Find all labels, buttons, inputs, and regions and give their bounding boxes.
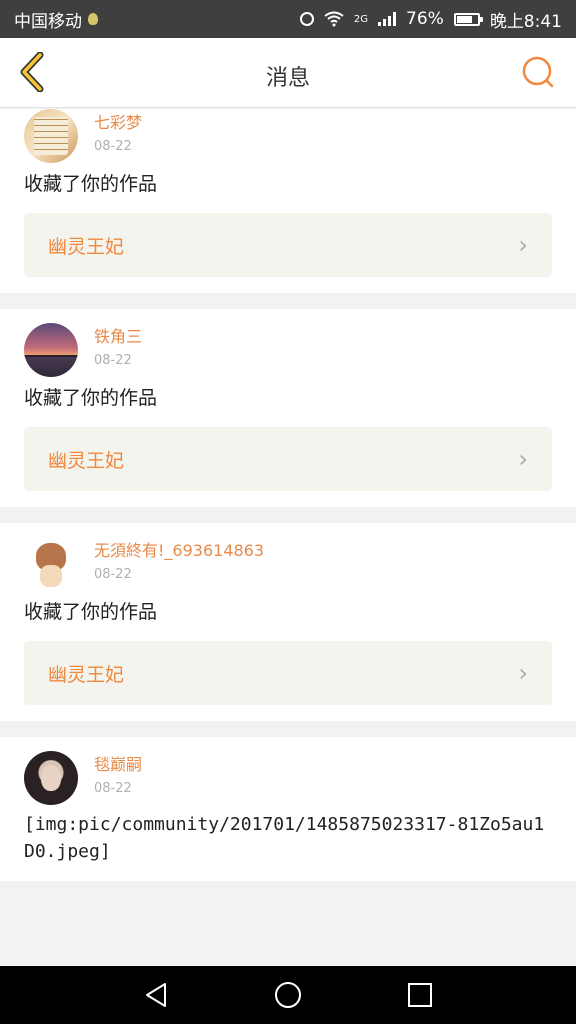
nav-home-button[interactable] — [268, 975, 308, 1015]
status-bar: 中国移动 2G 76% 晚上8:41 — [0, 0, 576, 38]
page-title: 消息 — [265, 66, 310, 91]
app-header: 消息 — [0, 38, 576, 108]
action-text: 收藏了你的作品 — [24, 173, 158, 195]
action-text: 收藏了你的作品 — [24, 601, 158, 623]
work-link[interactable]: 幽灵王妃 › — [24, 213, 552, 277]
triangle-back-icon — [146, 983, 166, 1007]
search-icon — [522, 56, 554, 88]
signal-icon — [378, 12, 397, 26]
work-link[interactable]: 幽灵王妃 › — [24, 641, 552, 705]
work-title: 幽灵王妃 — [48, 235, 125, 258]
action-text: 收藏了你的作品 — [24, 387, 158, 409]
system-nav-bar — [0, 966, 576, 1024]
chevron-right-icon: › — [518, 659, 528, 687]
notification-icon — [88, 13, 98, 25]
carrier-label: 中国移动 — [14, 11, 82, 32]
work-title: 幽灵王妃 — [48, 663, 125, 686]
username[interactable]: 毯巅嗣 — [94, 755, 142, 775]
message-card: 毯巅嗣 08-22 [img:pic/community/201701/1485… — [0, 737, 576, 881]
username[interactable]: 七彩梦 — [94, 113, 142, 133]
battery-icon — [453, 12, 483, 26]
nav-back-button[interactable] — [136, 975, 176, 1015]
avatar[interactable] — [24, 323, 78, 377]
message-content: [img:pic/community/201701/1485875023317-… — [24, 814, 545, 862]
avatar[interactable] — [24, 751, 78, 805]
clock: 晚上8:41 — [489, 11, 562, 32]
search-button[interactable] — [518, 52, 558, 92]
wifi-icon — [324, 11, 344, 27]
square-recents-icon — [408, 983, 432, 1007]
chevron-right-icon: › — [518, 231, 528, 259]
username[interactable]: 无須終有!_693614863 — [94, 541, 264, 561]
message-card: 七彩梦 08-22 收藏了你的作品 幽灵王妃 › — [0, 109, 576, 293]
chevron-right-icon: › — [518, 445, 528, 473]
username[interactable]: 铁角三 — [94, 327, 142, 347]
nav-recents-button[interactable] — [400, 975, 440, 1015]
message-date: 08-22 — [94, 139, 132, 154]
message-card: 铁角三 08-22 收藏了你的作品 幽灵王妃 › — [0, 309, 576, 507]
message-date: 08-22 — [94, 567, 132, 582]
work-link[interactable]: 幽灵王妃 › — [24, 427, 552, 491]
alarm-icon — [299, 12, 314, 26]
message-date: 08-22 — [94, 781, 132, 796]
message-card: 无須終有!_693614863 08-22 收藏了你的作品 幽灵王妃 › — [0, 523, 576, 721]
avatar[interactable] — [24, 537, 78, 591]
message-list[interactable]: 七彩梦 08-22 收藏了你的作品 幽灵王妃 › 铁角三 08-22 收藏了你的… — [0, 109, 576, 966]
circle-home-icon — [275, 982, 301, 1008]
work-title: 幽灵王妃 — [48, 449, 125, 472]
message-date: 08-22 — [94, 353, 132, 368]
network-type: 2G — [353, 13, 369, 25]
avatar[interactable] — [24, 109, 78, 163]
battery-percent: 76% — [406, 9, 444, 29]
